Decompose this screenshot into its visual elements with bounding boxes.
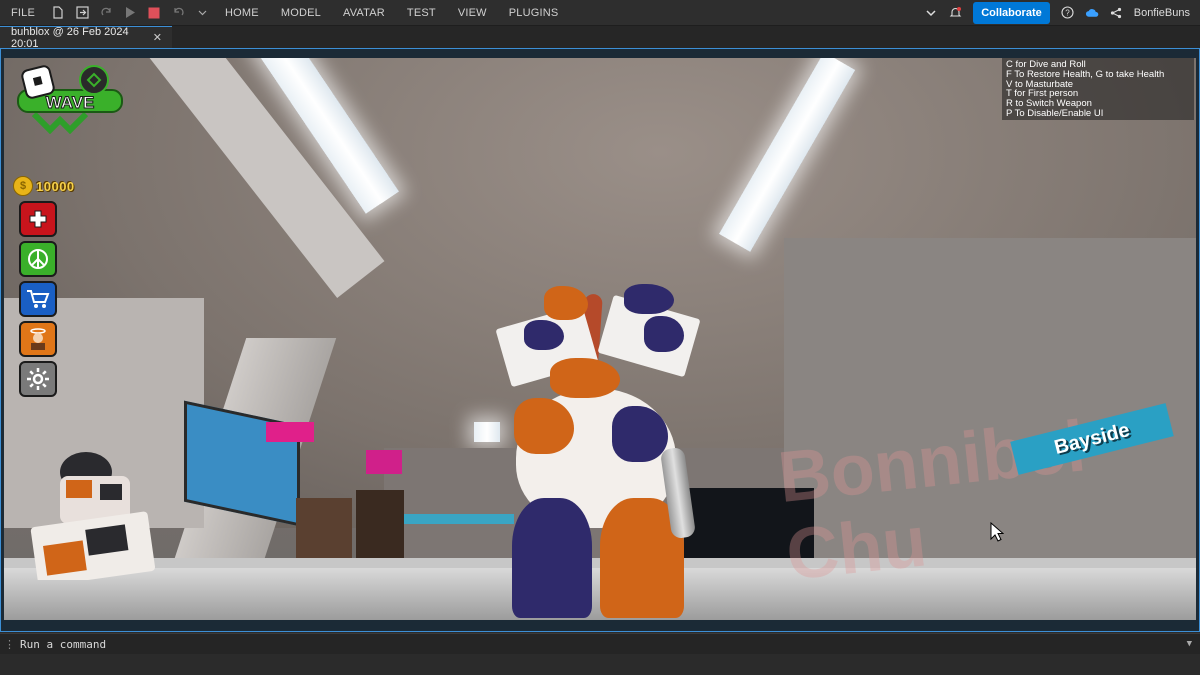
- username-label[interactable]: BonfieBuns: [1134, 7, 1190, 19]
- share-icon[interactable]: [1109, 6, 1123, 20]
- file-menu[interactable]: FILE: [0, 7, 46, 19]
- tab-model[interactable]: MODEL: [270, 7, 332, 19]
- help-icon[interactable]: ?: [1061, 6, 1075, 20]
- player-avatar: [30, 452, 156, 580]
- cloud-icon[interactable]: [1085, 6, 1099, 20]
- coin-counter: $ 10000: [13, 176, 75, 196]
- settings-button[interactable]: [19, 361, 57, 397]
- undo-icon[interactable]: [171, 6, 185, 20]
- medical-cross-icon: [29, 210, 47, 228]
- gear-icon: [27, 368, 49, 390]
- chevron-down-icon[interactable]: [195, 6, 209, 20]
- svg-text:?: ?: [1066, 9, 1071, 18]
- document-tab-strip: buhblox @ 26 Feb 2024 20:01 ✕: [0, 25, 1200, 50]
- peace-icon: [28, 249, 48, 269]
- mouse-cursor-icon: [990, 522, 1004, 542]
- document-tab-title: buhblox @ 26 Feb 2024 20:01: [11, 25, 129, 50]
- character-spot: [544, 286, 588, 320]
- tab-avatar[interactable]: AVATAR: [332, 7, 396, 19]
- publish-icon[interactable]: [75, 6, 89, 20]
- command-input[interactable]: [20, 637, 520, 651]
- redo-icon[interactable]: [99, 6, 113, 20]
- coin-value: 10000: [36, 178, 75, 194]
- magenta-sign: [266, 422, 314, 442]
- tab-plugins[interactable]: PLUGINS: [498, 7, 570, 19]
- logo-text: WAVE: [46, 93, 95, 112]
- character-spot: [524, 320, 564, 350]
- ceiling-light: [474, 422, 500, 442]
- chevron-down-icon[interactable]: ▼: [1187, 639, 1192, 649]
- game-viewport[interactable]: C for Dive and Roll F To Restore Health,…: [4, 58, 1196, 620]
- top-toolbar: FILE HOME MODEL AVATAR TEST VIEW PLUGINS…: [0, 0, 1200, 26]
- character-leg-left: [512, 498, 592, 618]
- character-spot: [550, 358, 620, 398]
- play-icon[interactable]: [123, 6, 137, 20]
- health-button[interactable]: [19, 201, 57, 237]
- collaborate-button[interactable]: Collaborate: [973, 1, 1050, 24]
- tab-view[interactable]: VIEW: [447, 7, 498, 19]
- peace-button[interactable]: [19, 241, 57, 277]
- character-spot: [644, 316, 684, 352]
- status-bar: [0, 654, 1200, 675]
- tab-test[interactable]: TEST: [396, 7, 447, 19]
- stop-icon[interactable]: [147, 6, 161, 20]
- viewport-frame: C for Dive and Roll F To Restore Health,…: [0, 48, 1200, 632]
- shopping-cart-icon: [27, 290, 50, 308]
- magenta-sign: [366, 450, 402, 474]
- shop-button[interactable]: [19, 281, 57, 317]
- blue-stripe: [404, 514, 514, 524]
- character-button[interactable]: [19, 321, 57, 357]
- help-line: P To Disable/Enable UI: [1006, 107, 1104, 119]
- game-logo: WAVE: [17, 65, 123, 134]
- close-icon[interactable]: ✕: [153, 31, 162, 44]
- coin-icon: $: [13, 176, 33, 196]
- wooden-door: [296, 498, 352, 558]
- command-bar: ⋮ ▼: [0, 633, 1200, 654]
- toolbar-right: Collaborate ? BonfieBuns: [919, 0, 1200, 25]
- tab-home[interactable]: HOME: [214, 7, 270, 19]
- new-file-icon[interactable]: [51, 6, 65, 20]
- chevron-down-icon[interactable]: [924, 6, 938, 20]
- angel-character-icon: [30, 328, 46, 350]
- document-tab[interactable]: buhblox @ 26 Feb 2024 20:01 ✕: [0, 25, 172, 50]
- controls-help-panel: C for Dive and Roll F To Restore Health,…: [1002, 58, 1194, 120]
- wooden-door: [356, 490, 404, 560]
- drag-handle-icon[interactable]: ⋮: [4, 638, 15, 651]
- notification-bell-icon[interactable]: [948, 6, 962, 20]
- character-spot: [624, 284, 674, 314]
